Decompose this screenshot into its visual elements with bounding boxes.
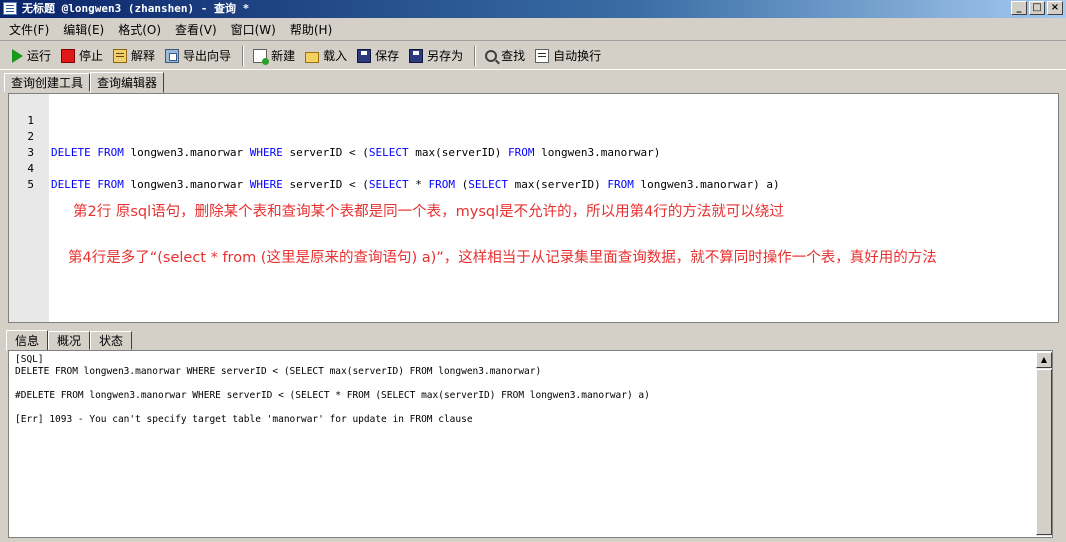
keyword: SELECT [468, 178, 509, 191]
message-panel: [SQL] DELETE FROM longwen3.manorwar WHER… [8, 350, 1053, 538]
code-token: max(serverID) [508, 178, 608, 191]
run-label: 运行 [27, 49, 52, 63]
menu-file[interactable]: 文件(F) [4, 20, 54, 40]
code-token: longwen3.manorwar [123, 178, 250, 191]
explain-button[interactable]: 解释 [109, 44, 159, 68]
save-icon [357, 48, 372, 63]
save-as-button[interactable]: 另存为 [405, 44, 467, 68]
annotation-note-line4: 第4行是多了“(select * from (这里是原来的查询语句) a)”，这… [68, 250, 937, 266]
stop-button[interactable]: 停止 [57, 44, 107, 68]
new-icon [253, 48, 270, 65]
keyword: FROM [428, 178, 456, 191]
keyword: FROM [607, 178, 634, 191]
find-button[interactable]: 查找 [481, 44, 529, 68]
tab-query-builder[interactable]: 查询创建工具 [4, 73, 91, 92]
code-token: ( [455, 178, 469, 191]
result-tabs: 信息 概况 状态 [6, 329, 133, 351]
new-label: 新建 [271, 49, 296, 63]
menu-format[interactable]: 格式(O) [113, 20, 166, 40]
keyword: DELETE FROM [51, 178, 124, 191]
code-line: 5 [9, 161, 1058, 191]
message-scrollbar[interactable]: ▲ [1036, 352, 1052, 536]
save-button[interactable]: 保存 [353, 44, 403, 68]
word-wrap-button[interactable]: 自动换行 [531, 44, 605, 68]
app-icon [3, 2, 17, 15]
scroll-up-icon[interactable]: ▲ [1036, 352, 1052, 368]
code-token: serverID < ( [282, 178, 369, 191]
code-line: 1 [9, 97, 1058, 127]
explain-label: 解释 [131, 49, 156, 63]
window-controls: _ □ × [1011, 1, 1063, 15]
find-label: 查找 [501, 49, 526, 63]
message-error-line: [Err] 1093 - You can't specify target ta… [15, 414, 473, 425]
toolbar: 运行 停止 解释 导出向导 新建 载入 保存 另存为 查找 自动换行 [0, 42, 1066, 70]
export-wizard-button[interactable]: 导出向导 [161, 44, 235, 68]
toolbar-separator [474, 45, 477, 66]
annotation-note-line2: 第2行 原sql语句，删除某个表和查询某个表都是同一个表，mysql是不允许的，… [73, 204, 784, 220]
save-label: 保存 [375, 49, 400, 63]
window-title: 无标题 @longwen3 (zhanshen) - 查询 * [22, 2, 250, 15]
export-wizard-label: 导出向导 [183, 49, 232, 63]
run-icon [12, 48, 23, 63]
explain-icon [113, 48, 128, 63]
word-wrap-icon [535, 48, 550, 63]
message-line: DELETE FROM longwen3.manorwar WHERE serv… [15, 366, 542, 377]
stop-label: 停止 [79, 49, 104, 63]
sql-editor[interactable]: 1 2 DELETE FROM longwen3.manorwar WHERE … [8, 93, 1059, 323]
code-text: DELETE FROM longwen3.manorwar WHERE serv… [51, 177, 780, 193]
load-icon [305, 51, 320, 63]
menu-view[interactable]: 查看(V) [170, 20, 222, 40]
minimize-button[interactable]: _ [1011, 1, 1027, 15]
scroll-thumb[interactable] [1036, 369, 1052, 535]
code-token: * [408, 178, 429, 191]
menu-edit[interactable]: 编辑(E) [58, 20, 109, 40]
save-as-label: 另存为 [427, 49, 464, 63]
load-label: 载入 [323, 49, 348, 63]
tab-query-editor[interactable]: 查询编辑器 [90, 72, 165, 93]
stop-icon [61, 48, 76, 63]
message-line: [SQL] [15, 354, 44, 365]
word-wrap-label: 自动换行 [553, 49, 602, 63]
tab-info[interactable]: 信息 [6, 330, 49, 351]
export-icon [165, 48, 180, 63]
code-token: longwen3.manorwar) a) [633, 178, 780, 191]
menu-help[interactable]: 帮助(H) [285, 20, 337, 40]
keyword: WHERE [249, 178, 283, 191]
menu-window[interactable]: 窗口(W) [226, 20, 281, 40]
code-line: 2 DELETE FROM longwen3.manorwar WHERE se… [9, 113, 1058, 159]
keyword: SELECT [368, 178, 409, 191]
tab-status[interactable]: 状态 [90, 331, 133, 350]
menu-bar: 文件(F) 编辑(E) 格式(O) 查看(V) 窗口(W) 帮助(H) [0, 19, 1066, 41]
code-line: 3 [9, 129, 1058, 159]
tab-overview[interactable]: 概况 [48, 331, 91, 350]
message-line: #DELETE FROM longwen3.manorwar WHERE ser… [15, 390, 650, 401]
find-icon [485, 49, 498, 62]
save-as-icon [409, 48, 424, 63]
maximize-button[interactable]: □ [1029, 1, 1045, 15]
query-tabs: 查询创建工具 查询编辑器 [4, 72, 165, 93]
run-button[interactable]: 运行 [6, 44, 55, 68]
load-button[interactable]: 载入 [301, 44, 351, 68]
toolbar-separator [242, 45, 245, 66]
line-number: 5 [27, 178, 34, 191]
new-button[interactable]: 新建 [249, 44, 299, 68]
close-button[interactable]: × [1047, 1, 1063, 15]
title-bar: 无标题 @longwen3 (zhanshen) - 查询 * _ □ × [0, 0, 1066, 18]
code-line: 4 DELETE FROM longwen3.manorwar WHERE se… [9, 145, 1058, 191]
